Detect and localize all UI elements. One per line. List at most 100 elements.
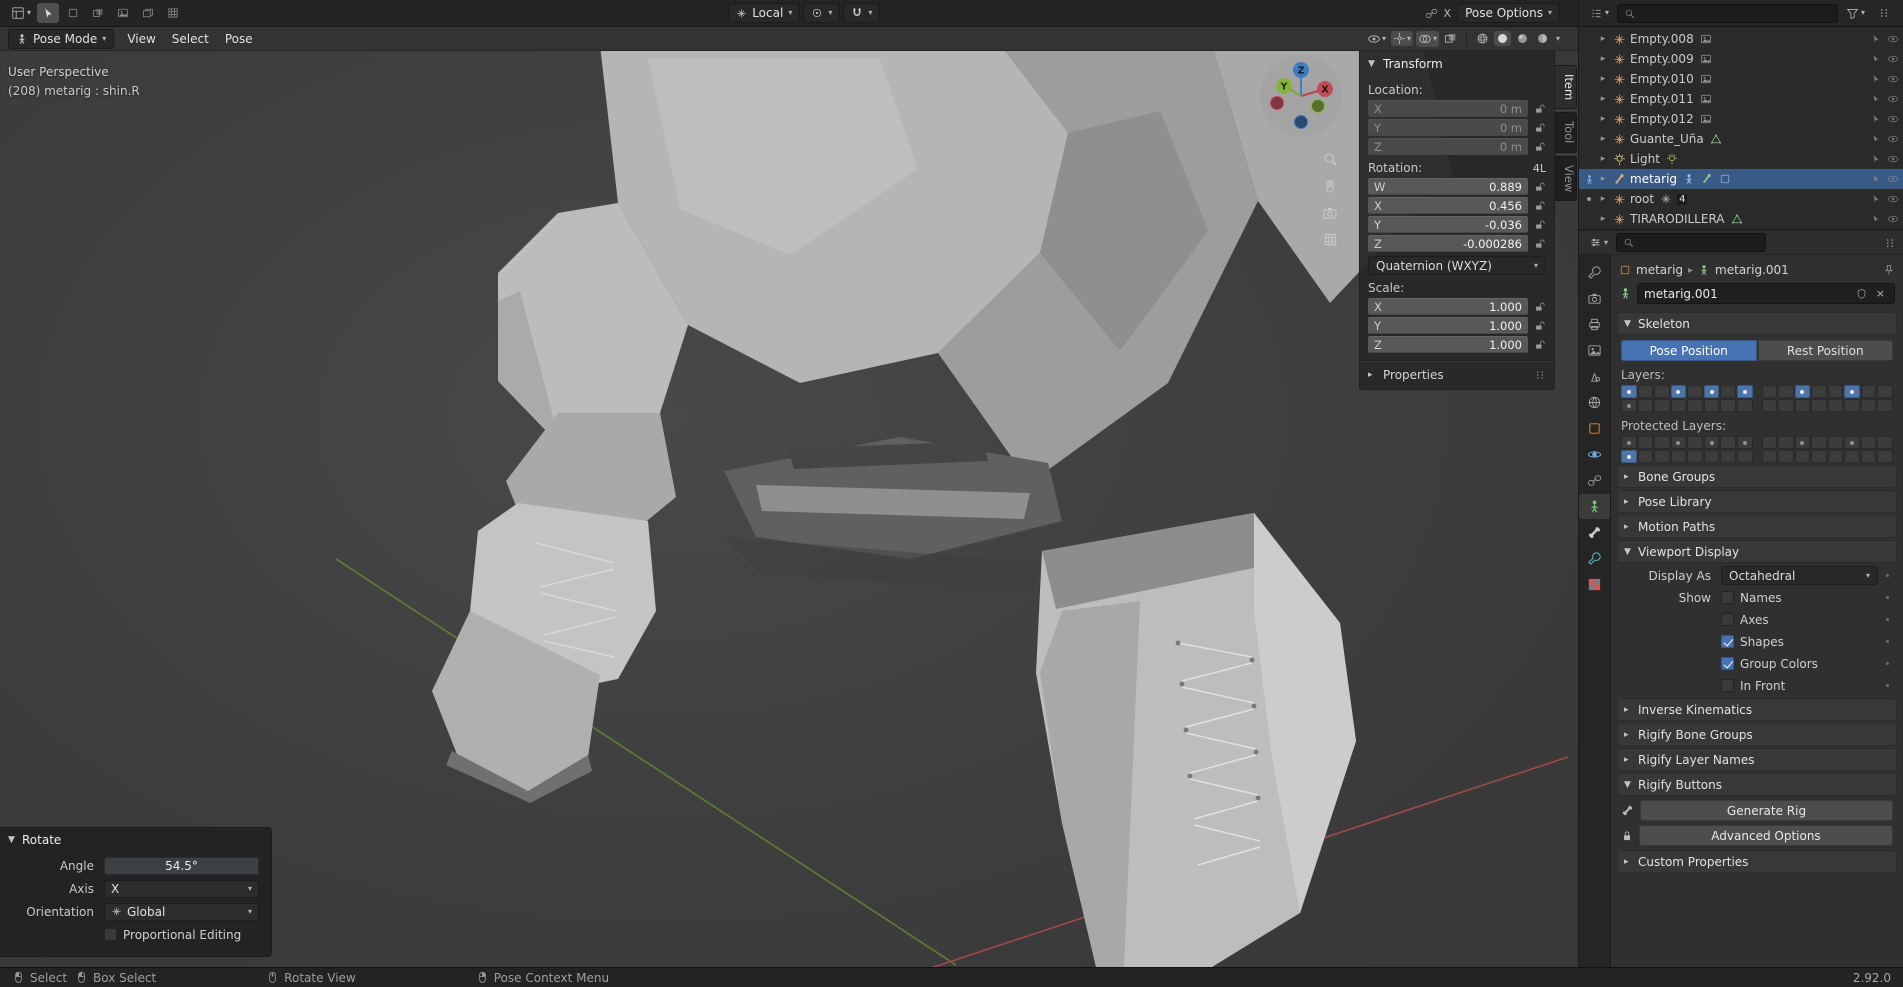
layer-button-13[interactable]: [1844, 385, 1860, 398]
properties-tab-world[interactable]: [1579, 390, 1610, 415]
operator-panel-header[interactable]: ▼ Rotate: [0, 828, 271, 852]
proportional-off-label[interactable]: X: [1441, 7, 1455, 20]
selectable-toggle-icon[interactable]: [1871, 74, 1881, 84]
selectable-toggle-icon[interactable]: [1871, 194, 1881, 204]
outliner-item-TIRARODILLERA[interactable]: ▸ TIRARODILLERA: [1579, 209, 1903, 229]
unlock-icon[interactable]: [1533, 103, 1546, 114]
hide-toggle-eye-icon[interactable]: [1887, 93, 1899, 105]
pose-position-button[interactable]: Pose Position: [1621, 340, 1757, 361]
checkbox-group-colors[interactable]: [1721, 657, 1734, 670]
properties-tab-scene[interactable]: [1579, 364, 1610, 389]
layer-button-18[interactable]: [1654, 450, 1670, 463]
z-value-field[interactable]: Z0 m: [1368, 138, 1528, 155]
layer-button-15[interactable]: [1877, 385, 1893, 398]
armature-name-field[interactable]: metarig.001 ×: [1637, 283, 1895, 304]
pan-hand-icon[interactable]: [1322, 178, 1338, 194]
checkbox-in-front[interactable]: [1721, 679, 1734, 692]
layer-button-24[interactable]: [1761, 399, 1778, 412]
layer-button-15[interactable]: [1877, 436, 1893, 449]
outliner-item-Empty.009[interactable]: ▸ Empty.009: [1579, 49, 1903, 69]
y-value-field[interactable]: Y0 m: [1368, 119, 1528, 136]
properties-subpanel-header[interactable]: ▸ Properties: [1360, 364, 1554, 386]
disclosure-triangle-icon[interactable]: ▸: [1598, 154, 1608, 164]
axis-dropdown[interactable]: X ▾: [104, 879, 259, 898]
rotation-mode-dropdown[interactable]: Quaternion (WXYZ) ▾: [1368, 256, 1546, 275]
checkbox-shapes[interactable]: [1721, 635, 1734, 648]
disclosure-triangle-icon[interactable]: ▸: [1598, 174, 1608, 184]
layer-button-17[interactable]: [1637, 399, 1654, 412]
outliner-display-mode-dropdown[interactable]: ▾: [1587, 3, 1612, 23]
section-motion-paths[interactable]: ▸ Motion Paths: [1617, 515, 1897, 538]
selectable-toggle-icon[interactable]: [1871, 34, 1881, 44]
layer-button-19[interactable]: [1670, 450, 1687, 463]
disclosure-triangle-icon[interactable]: ▸: [1598, 54, 1608, 64]
pose-options-dropdown[interactable]: Pose Options ▾: [1457, 3, 1561, 23]
breadcrumb-data[interactable]: metarig.001: [1715, 263, 1789, 277]
y-value-field[interactable]: Y 1.000: [1368, 317, 1528, 334]
unlock-icon[interactable]: [1533, 320, 1546, 331]
layer-button-21[interactable]: [1703, 399, 1720, 412]
layer-button-0[interactable]: [1621, 436, 1637, 449]
tool-settings-icon-3[interactable]: [112, 3, 134, 23]
layer-button-13[interactable]: [1844, 436, 1860, 449]
layer-button-6[interactable]: [1720, 436, 1736, 449]
unlock-icon[interactable]: [1533, 141, 1546, 152]
advanced-options-button[interactable]: Advanced Options: [1639, 825, 1893, 846]
breadcrumb-object[interactable]: metarig: [1636, 263, 1683, 277]
menu-pose[interactable]: Pose: [222, 32, 256, 46]
proportional-editing-icon[interactable]: [1425, 7, 1438, 20]
fake-user-icon[interactable]: [1856, 288, 1867, 299]
layer-button-11[interactable]: [1811, 436, 1827, 449]
transform-orientation-dropdown[interactable]: Local ▾: [728, 3, 801, 23]
layer-button-20[interactable]: [1687, 450, 1703, 463]
checkbox-axes[interactable]: [1721, 613, 1734, 626]
unlock-icon[interactable]: [1533, 339, 1546, 350]
disclosure-triangle-icon[interactable]: ▸: [1598, 134, 1608, 144]
layer-button-9[interactable]: [1778, 436, 1794, 449]
shading-wireframe-button[interactable]: [1474, 31, 1491, 46]
layer-button-27[interactable]: [1811, 450, 1827, 463]
layer-button-0[interactable]: [1621, 385, 1637, 398]
layer-button-8[interactable]: [1761, 385, 1778, 398]
layer-button-17[interactable]: [1637, 450, 1654, 463]
viewport-canvas[interactable]: User Perspective (208) metarig : shin.R …: [0, 51, 1578, 967]
layer-button-30[interactable]: [1860, 399, 1877, 412]
zoom-icon[interactable]: [1322, 151, 1338, 167]
properties-editor-type-dropdown[interactable]: ▾: [1586, 233, 1611, 253]
properties-tab-object-constraints[interactable]: [1579, 468, 1610, 493]
menu-select[interactable]: Select: [169, 32, 212, 46]
layer-button-10[interactable]: [1794, 385, 1811, 398]
layer-button-11[interactable]: [1811, 385, 1827, 398]
unlock-icon[interactable]: [1533, 200, 1546, 211]
selectable-toggle-icon[interactable]: [1871, 214, 1881, 224]
x-value-field[interactable]: X 1.000: [1368, 298, 1528, 315]
selectable-toggle-icon[interactable]: [1871, 134, 1881, 144]
orientation-dropdown[interactable]: Global ▾: [104, 902, 259, 921]
layer-button-26[interactable]: [1794, 399, 1811, 412]
layer-button-8[interactable]: [1761, 436, 1778, 449]
layer-button-19[interactable]: [1670, 399, 1687, 412]
layer-button-29[interactable]: [1844, 399, 1860, 412]
properties-tab-tool[interactable]: [1579, 260, 1610, 285]
layer-button-1[interactable]: [1637, 385, 1654, 398]
layer-button-14[interactable]: [1860, 385, 1877, 398]
disclosure-triangle-icon[interactable]: ▸: [1598, 194, 1608, 204]
layer-button-23[interactable]: [1736, 399, 1753, 412]
shading-solid-button[interactable]: [1493, 31, 1511, 46]
npanel-tab-item[interactable]: Item: [1555, 65, 1577, 110]
outliner-item-Empty.008[interactable]: ▸ Empty.008: [1579, 29, 1903, 49]
layer-button-25[interactable]: [1778, 399, 1794, 412]
section-inverse-kinematics[interactable]: ▸ Inverse Kinematics: [1617, 698, 1897, 721]
layer-button-29[interactable]: [1844, 450, 1860, 463]
pin-icon[interactable]: [1883, 264, 1895, 276]
disclosure-triangle-icon[interactable]: ▸: [1598, 34, 1608, 44]
properties-tab-physics[interactable]: [1579, 442, 1610, 467]
layer-button-18[interactable]: [1654, 399, 1670, 412]
section-viewport-display[interactable]: ▼ Viewport Display: [1617, 540, 1897, 563]
unlock-icon[interactable]: [1533, 301, 1546, 312]
rest-position-button[interactable]: Rest Position: [1757, 340, 1893, 361]
navigation-gizmo[interactable]: X YZ: [1258, 53, 1344, 139]
selectable-toggle-icon[interactable]: [1871, 154, 1881, 164]
selectable-toggle-icon[interactable]: [1871, 174, 1881, 184]
layer-button-31[interactable]: [1877, 399, 1893, 412]
